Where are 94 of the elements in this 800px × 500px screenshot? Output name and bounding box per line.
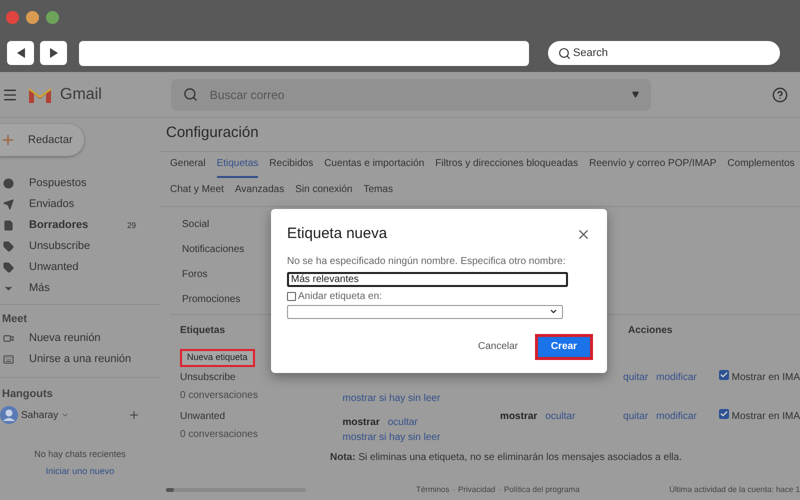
category-label: Foros [182, 268, 208, 282]
search-icon [182, 87, 198, 102]
compose-button[interactable]: Redactar [0, 124, 84, 156]
chevron-down-icon [549, 307, 558, 316]
settings-tab[interactable]: Cuentas e importación [324, 152, 424, 178]
cancel-button[interactable]: Cancelar [478, 339, 518, 354]
search-input[interactable]: Buscar correo [210, 86, 620, 104]
column-header: Acciones [628, 324, 672, 338]
app-name: Gmail [60, 84, 102, 104]
user-name[interactable]: Saharay [21, 408, 58, 422]
mail-logo-icon [28, 86, 52, 104]
address-field[interactable] [79, 40, 529, 66]
menu-icon[interactable] [2, 86, 18, 102]
empty-chats-text: No hay chats recientes [33, 448, 127, 461]
sidebar-item[interactable]: Pospuestos [0, 173, 160, 194]
forward-button[interactable] [40, 41, 67, 65]
nest-checkbox[interactable] [287, 292, 296, 300]
count: 29 [127, 220, 136, 232]
list-option-link[interactable]: mostrar [342, 414, 380, 430]
category-label: Notificaciones [182, 242, 244, 256]
section-title: Meet [1, 312, 28, 327]
settings-tab[interactable]: Etiquetas [216, 152, 258, 178]
action-link[interactable]: quitar [623, 370, 648, 406]
activity-text: Última actividad de la cuenta: hace 1 [669, 484, 800, 496]
label-icon [3, 241, 14, 252]
add-icon[interactable] [128, 409, 140, 421]
category-label: Social [182, 218, 210, 232]
keyboard-icon [3, 354, 14, 364]
settings-tab[interactable]: Reenvío y correo POP/IMAP [589, 152, 716, 178]
label-icon [3, 262, 14, 273]
footer-link[interactable]: Privacidad [458, 484, 496, 496]
action-link[interactable]: quitar [623, 408, 648, 444]
plus-icon [0, 132, 16, 148]
imap-checkbox[interactable] [718, 370, 729, 380]
action-link[interactable]: modificar [656, 370, 697, 406]
settings-tab[interactable]: Recibidos [269, 152, 314, 178]
mail-search-field[interactable]: Buscar correo [170, 78, 651, 110]
settings-tab[interactable]: Filtros y direcciones bloqueadas [435, 152, 578, 178]
create-button[interactable]: Crear [535, 334, 593, 360]
conversation-count: 0 conversaciones [180, 388, 259, 402]
caret-icon[interactable] [61, 411, 70, 419]
message-option-link[interactable]: ocultar [545, 408, 576, 444]
show-unread-link[interactable]: mostrar si hay sin leer [342, 390, 500, 406]
avatar-icon [0, 406, 18, 424]
sent-icon [3, 199, 14, 210]
page-title: Configuración [166, 123, 260, 143]
browser-search-field[interactable]: Search [548, 41, 780, 65]
imap-label: Mostrar en IMA [732, 370, 800, 384]
drafts-icon [3, 220, 14, 231]
forward-icon [48, 47, 60, 59]
dropdown-caret-icon[interactable] [632, 91, 639, 98]
imap-label: Mostrar en IMA [732, 410, 800, 424]
list-option-link[interactable]: ocultar [388, 414, 418, 430]
sidebar-item[interactable]: Unsubscribe [0, 236, 160, 257]
sidebar-item[interactable]: Unwanted [0, 257, 160, 278]
show-unread-link[interactable]: mostrar si hay sin leer [342, 430, 500, 444]
dialog-prompt: No se ha especificado ningún nombre. Especifica otro nombre: [287, 254, 566, 268]
new-label-button[interactable]: Nueva etiqueta [180, 348, 255, 366]
settings-tab[interactable]: General [170, 152, 206, 178]
label-name-field[interactable]: Más relevantes [287, 272, 568, 286]
sidebar-item[interactable]: Más [0, 278, 160, 299]
note-text: Nota: Si eliminas una etiqueta, no se eliminarán los mensajes asociados a ella. [330, 450, 683, 464]
start-chat-link[interactable]: Iniciar uno nuevo [0, 464, 160, 478]
separator: · [498, 484, 502, 496]
footer-link[interactable]: Términos [416, 484, 450, 496]
label-name: Unsubscribe [180, 370, 237, 384]
nest-label: Anidar etiqueta en: [298, 290, 382, 304]
search-icon [558, 46, 571, 60]
section-title: Hangouts [1, 386, 54, 402]
sidebar-item[interactable]: Nueva reunión [0, 328, 160, 348]
sidebar-item[interactable]: Unirse a una reunión [0, 348, 160, 370]
imap-checkbox[interactable] [718, 408, 729, 418]
dialog-title: Etiqueta nueva [287, 224, 388, 244]
video-icon [3, 332, 14, 344]
settings-tab[interactable]: Sin conexión [295, 178, 352, 204]
settings-tab[interactable]: Temas [363, 178, 393, 204]
category-label: Promociones [182, 292, 240, 306]
settings-tab[interactable]: Complementos [727, 152, 795, 178]
action-link[interactable]: modificar [656, 408, 697, 444]
back-icon [14, 47, 26, 59]
search-input[interactable]: Search [573, 44, 723, 62]
section-title: Etiquetas [180, 324, 226, 338]
message-option-link[interactable]: mostrar [500, 408, 538, 444]
settings-tab[interactable]: Chat y Meet [170, 178, 224, 204]
settings-tab[interactable]: Avanzadas [234, 178, 284, 204]
footer-link[interactable]: Política del programa [504, 484, 580, 496]
sidebar-item[interactable]: Borradores 29 [0, 215, 160, 236]
separator: · [452, 484, 456, 496]
back-button[interactable] [7, 41, 34, 65]
label-name: Unwanted [180, 410, 226, 424]
conversation-count: 0 conversaciones [180, 428, 259, 442]
help-icon[interactable] [772, 86, 788, 102]
sidebar-item[interactable]: Enviados [0, 194, 160, 215]
parent-label-select[interactable] [287, 304, 563, 318]
